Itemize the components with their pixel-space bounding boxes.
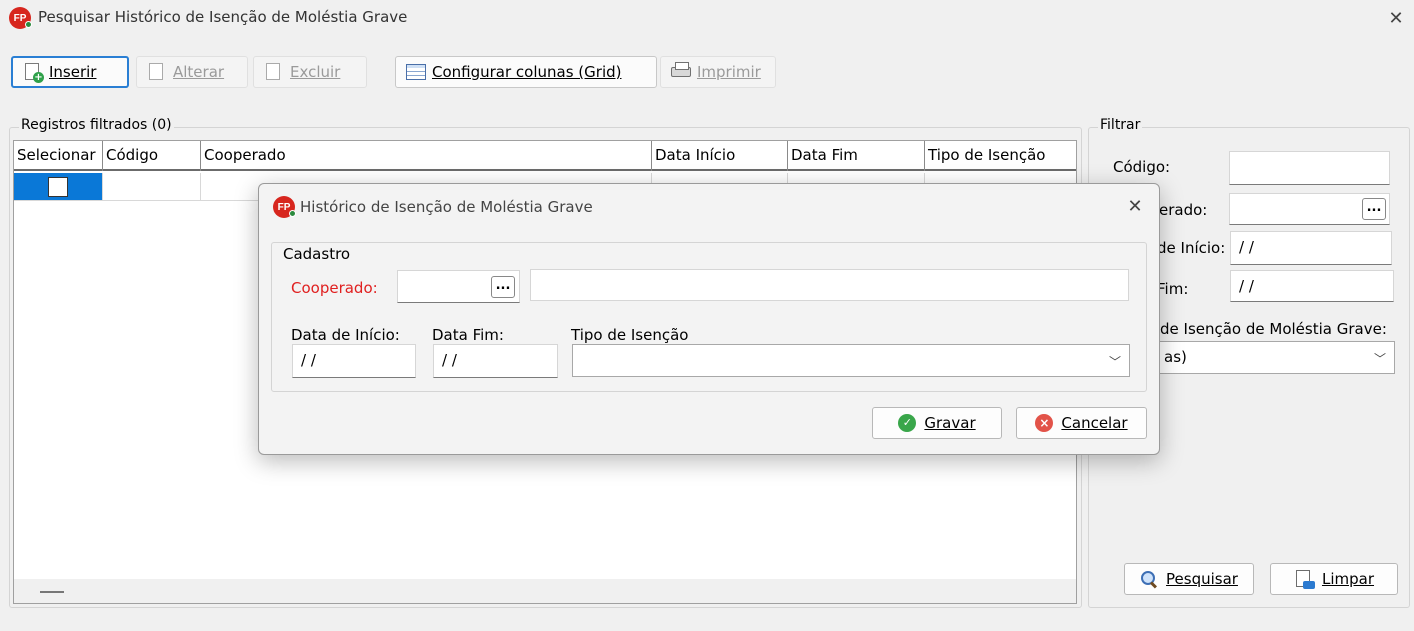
select-checkbox[interactable] (48, 176, 68, 197)
data-fim-input[interactable]: / / (433, 344, 558, 378)
cooperado-lookup-button[interactable]: ... (491, 276, 515, 298)
close-icon[interactable]: ✕ (1382, 4, 1410, 32)
search-icon (1140, 570, 1158, 588)
delete-document-icon (264, 62, 284, 82)
filter-data-inicio-input[interactable]: / / (1230, 231, 1392, 265)
gravar-button[interactable]: ✓ Gravar (872, 407, 1002, 439)
check-icon: ✓ (898, 414, 917, 432)
dialog-title: Histórico de Isenção de Moléstia Grave (300, 198, 593, 216)
filter-data-fim-input[interactable]: / / (1230, 270, 1394, 302)
cancelar-label: Cancelar (1061, 414, 1128, 432)
window-title: Pesquisar Histórico de Isenção de Molést… (38, 8, 408, 26)
excluir-label: Excluir (290, 63, 341, 81)
grid-icon (406, 62, 426, 82)
cadastro-group-label: Cadastro (283, 245, 351, 263)
filter-tipo-label: de Isenção de Moléstia Grave: (1160, 320, 1387, 338)
cooperado-label: Cooperado: (291, 279, 378, 297)
filter-cooperado-label: erado: (1159, 201, 1208, 219)
col-codigo[interactable]: Código (103, 141, 201, 171)
col-selecionar[interactable]: Selecionar (14, 141, 103, 171)
historico-dialog: FP Histórico de Isenção de Moléstia Grav… (258, 183, 1160, 455)
select-cell[interactable] (14, 173, 103, 201)
printer-icon (671, 62, 691, 82)
dialog-close-icon[interactable]: ✕ (1121, 192, 1149, 220)
scroll-indicator[interactable] (40, 591, 64, 593)
col-data-inicio[interactable]: Data Início (652, 141, 788, 171)
dialog-logo-icon: FP (273, 196, 296, 218)
cancelar-button[interactable]: × Cancelar (1016, 407, 1147, 439)
chevron-down-icon: ﹀ (1373, 351, 1386, 366)
imprimir-label: Imprimir (697, 63, 761, 81)
excluir-button[interactable]: Excluir (253, 56, 367, 88)
cooperado-name-input[interactable] (530, 269, 1129, 301)
col-tipo-isencao[interactable]: Tipo de Isenção (925, 141, 1075, 171)
title-bar: FP Pesquisar Histórico de Isenção de Mol… (0, 0, 1414, 36)
data-fim-label: Data Fim: (432, 326, 504, 344)
chevron-down-icon: ﹀ (1108, 354, 1121, 369)
grid-header: Selecionar Código Cooperado Data Início … (14, 141, 1076, 171)
data-inicio-label: Data de Início: (291, 326, 400, 344)
imprimir-button[interactable]: Imprimir (660, 56, 776, 88)
cooperado-code-input[interactable]: ... (397, 270, 520, 303)
inserir-button[interactable]: + Inserir (11, 56, 129, 88)
filtrar-group-label: Filtrar (1098, 117, 1143, 133)
filter-cooperado-input[interactable]: ... (1229, 193, 1390, 225)
limpar-label: Limpar (1321, 570, 1375, 588)
filter-data-inicio-label: de Início: (1157, 239, 1226, 257)
app-logo-icon: FP (9, 7, 32, 29)
col-data-fim[interactable]: Data Fim (788, 141, 925, 171)
cancel-icon: × (1035, 414, 1054, 432)
clear-icon (1294, 569, 1315, 589)
filter-data-fim-label: Fim: (1157, 280, 1189, 298)
filter-cooperado-lookup-button[interactable]: ... (1362, 198, 1386, 220)
alterar-label: Alterar (173, 63, 225, 81)
filter-codigo-label: Código: (1113, 158, 1171, 176)
inserir-label: Inserir (49, 63, 97, 81)
filter-tipo-value: as) (1164, 348, 1187, 366)
gravar-label: Gravar (924, 414, 976, 432)
tipo-isencao-select[interactable]: ﹀ (572, 344, 1130, 377)
new-document-icon: + (23, 62, 44, 83)
registros-group-label: Registros filtrados (0) (19, 117, 174, 133)
edit-document-icon (147, 62, 167, 82)
pesquisar-button[interactable]: Pesquisar (1124, 563, 1254, 595)
data-inicio-input[interactable]: / / (292, 344, 416, 378)
tipo-isencao-label: Tipo de Isenção (571, 326, 689, 344)
codigo-cell[interactable] (103, 173, 201, 201)
col-cooperado[interactable]: Cooperado (201, 141, 652, 171)
configurar-colunas-button[interactable]: Configurar colunas (Grid) (395, 56, 657, 88)
pesquisar-label: Pesquisar (1166, 570, 1238, 588)
limpar-button[interactable]: Limpar (1270, 563, 1398, 595)
alterar-button[interactable]: Alterar (136, 56, 248, 88)
configurar-label: Configurar colunas (Grid) (432, 63, 622, 81)
filter-codigo-input[interactable] (1229, 151, 1390, 185)
grid-footer (14, 579, 1076, 603)
filter-tipo-select[interactable]: as) ﹀ (1155, 341, 1395, 374)
